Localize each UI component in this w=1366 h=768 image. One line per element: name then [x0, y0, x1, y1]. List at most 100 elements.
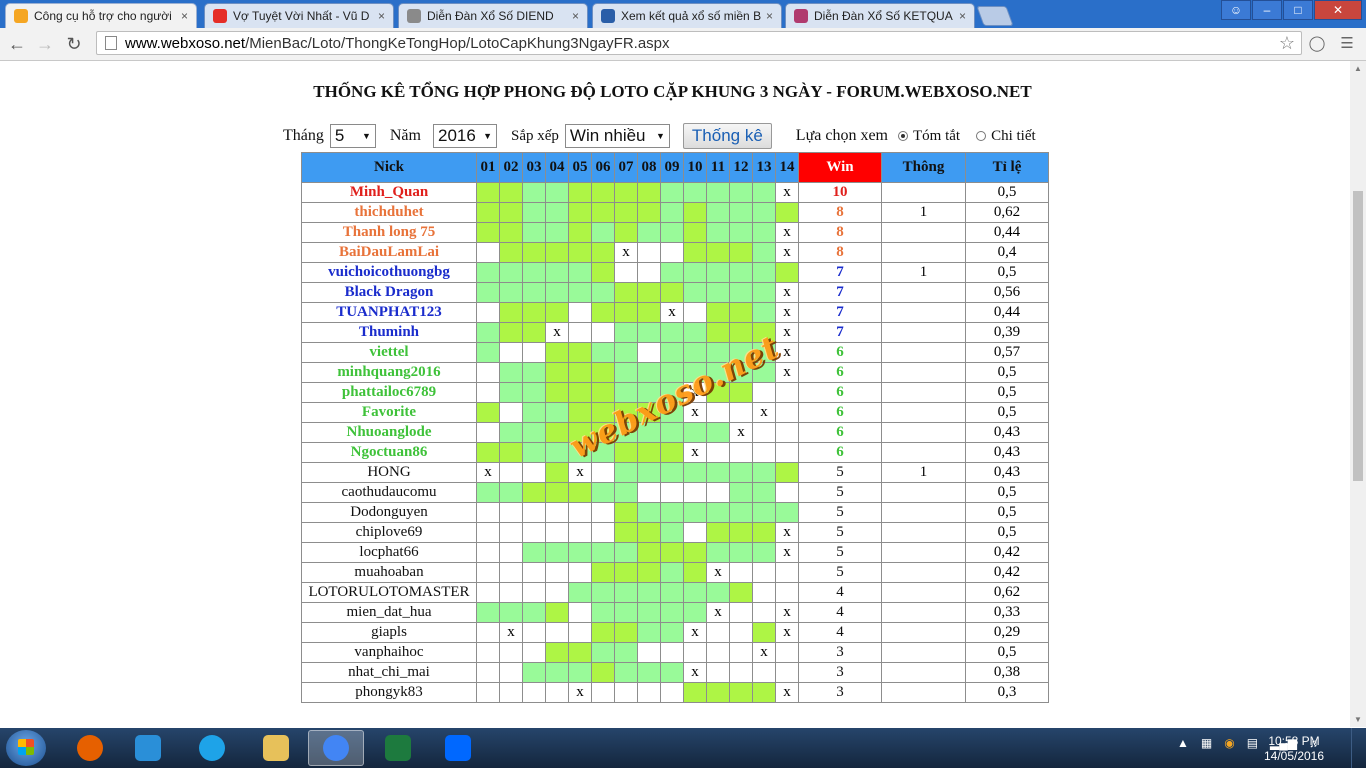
nick-cell[interactable]: vuichoicothuongbg: [301, 262, 477, 283]
extension-shield-icon[interactable]: ◯: [1308, 34, 1326, 52]
browser-tab[interactable]: Xem kết quả xổ số miền B ×: [592, 3, 782, 28]
tray-app-icon[interactable]: ◉: [1224, 736, 1234, 750]
day-cell: [545, 502, 569, 523]
windows-flag-icon[interactable]: ▦: [1201, 736, 1212, 750]
day-cell: [729, 282, 753, 303]
scroll-down-icon[interactable]: ▼: [1354, 715, 1362, 724]
tab-close-icon[interactable]: ×: [766, 9, 773, 23]
vertical-scrollbar[interactable]: ▲ ▼: [1350, 61, 1366, 727]
day-cell: [729, 602, 753, 623]
view-summary-label[interactable]: Tóm tắt: [913, 128, 960, 145]
taskbar-app[interactable]: [120, 730, 176, 766]
nick-cell[interactable]: HONG: [301, 462, 477, 483]
close-window-button[interactable]: ✕: [1314, 0, 1362, 20]
forward-arrow-icon[interactable]: →: [34, 33, 56, 55]
browser-tab[interactable]: Diễn Đàn Xổ Số KETQUA ×: [785, 3, 975, 28]
nick-cell[interactable]: Thuminh: [301, 322, 477, 343]
statistics-button[interactable]: Thống kê: [682, 123, 772, 149]
nick-cell[interactable]: TUANPHAT123: [301, 302, 477, 323]
url-text[interactable]: www.webxoso.net/MienBac/Loto/ThongKeTong…: [125, 35, 1279, 52]
nick-cell[interactable]: chiplove69: [301, 522, 477, 543]
nick-cell[interactable]: muahoaban: [301, 562, 477, 583]
nick-cell[interactable]: viettel: [301, 342, 477, 363]
day-cell: [522, 382, 546, 403]
nick-cell[interactable]: mien_dat_hua: [301, 602, 477, 623]
taskbar-app[interactable]: [370, 730, 426, 766]
taskbar-app[interactable]: [430, 730, 486, 766]
tab-close-icon[interactable]: ×: [378, 9, 385, 23]
scroll-up-icon[interactable]: ▲: [1354, 64, 1362, 73]
day-cell: [522, 242, 546, 263]
nick-cell[interactable]: Ngoctuan86: [301, 442, 477, 463]
taskbar-app[interactable]: [308, 730, 364, 766]
day-cell: [476, 302, 500, 323]
year-select[interactable]: 2016 ▼: [432, 124, 497, 148]
user-icon[interactable]: ☺: [1221, 0, 1251, 20]
nick-cell[interactable]: phattailoc6789: [301, 382, 477, 403]
day-cell: [660, 602, 684, 623]
nick-cell[interactable]: Thanh long 75: [301, 222, 477, 243]
nick-cell[interactable]: phongyk83: [301, 682, 477, 703]
day-cell: x: [476, 462, 500, 483]
nick-cell[interactable]: Dodonguyen: [301, 502, 477, 523]
taskbar-app[interactable]: [248, 730, 304, 766]
start-button[interactable]: [6, 730, 46, 766]
day-cell: [752, 462, 776, 483]
tab-close-icon[interactable]: ×: [572, 9, 579, 23]
browser-tab[interactable]: Công cụ hỗ trợ cho người ×: [5, 3, 197, 28]
nick-cell[interactable]: Minh_Quan: [301, 182, 477, 203]
day-cell: x: [683, 382, 707, 403]
nick-cell[interactable]: giapls: [301, 622, 477, 643]
menu-icon[interactable]: ☰: [1338, 34, 1356, 52]
tray-arrow-icon[interactable]: ▲: [1177, 736, 1189, 750]
nick-cell[interactable]: caothudaucomu: [301, 482, 477, 503]
nick-cell[interactable]: thichduhet: [301, 202, 477, 223]
view-detail-label[interactable]: Chi tiết: [991, 128, 1036, 145]
day-cell: [752, 422, 776, 443]
nick-cell[interactable]: vanphaihoc: [301, 642, 477, 663]
day-cell: [545, 282, 569, 303]
nick-cell[interactable]: nhat_chi_mai: [301, 662, 477, 683]
browser-tab[interactable]: Diễn Đàn Xổ Số DIEND ×: [398, 3, 588, 28]
taskbar-app[interactable]: [184, 730, 240, 766]
nick-cell[interactable]: minhquang2016: [301, 362, 477, 383]
bookmark-star-icon[interactable]: ☆: [1279, 33, 1295, 54]
tab-close-icon[interactable]: ×: [959, 9, 966, 23]
view-detail-radio[interactable]: [976, 131, 987, 141]
thong-cell: [881, 602, 966, 623]
day-cell: [752, 322, 776, 343]
day-cell: [476, 602, 500, 623]
table-row: vuichoicothuongbg 7 1 0,5: [301, 262, 1049, 283]
day-cell: [568, 522, 592, 543]
nick-cell[interactable]: LOTORULOTOMASTER: [301, 582, 477, 603]
tab-close-icon[interactable]: ×: [181, 9, 188, 23]
nick-cell[interactable]: locphat66: [301, 542, 477, 563]
day-cell: [660, 342, 684, 363]
scrollbar-thumb[interactable]: [1353, 191, 1363, 481]
show-desktop-button[interactable]: [1351, 728, 1366, 768]
taskbar-app[interactable]: [62, 730, 118, 766]
nick-cell[interactable]: Black Dragon: [301, 282, 477, 303]
day-cell: x: [729, 422, 753, 443]
tile-cell: 0,62: [965, 202, 1049, 223]
day-cell: [614, 222, 638, 243]
network-icon[interactable]: ▤: [1247, 736, 1258, 750]
nick-cell[interactable]: Favorite: [301, 402, 477, 423]
day-cell: [683, 422, 707, 443]
thong-cell: [881, 402, 966, 423]
sort-select[interactable]: Win nhiều ▼: [564, 124, 670, 148]
month-select[interactable]: 5 ▼: [329, 124, 376, 148]
minimize-button[interactable]: –: [1252, 0, 1282, 20]
new-tab-button[interactable]: [976, 6, 1014, 26]
address-bar[interactable]: www.webxoso.net/MienBac/Loto/ThongKeTong…: [96, 31, 1302, 55]
table-row: TUANPHAT123 x x 7 0,44: [301, 302, 1049, 323]
nick-cell[interactable]: BaiDauLamLai: [301, 242, 477, 263]
nick-cell[interactable]: Nhuoanglode: [301, 422, 477, 443]
maximize-button[interactable]: □: [1283, 0, 1313, 20]
back-arrow-icon[interactable]: ←: [6, 33, 28, 55]
reload-icon[interactable]: ↻: [63, 33, 85, 55]
view-summary-radio[interactable]: [898, 131, 908, 141]
clock[interactable]: 10:58 PM 14/05/2016: [1258, 734, 1330, 764]
browser-tab[interactable]: Vợ Tuyệt Vời Nhất - Vũ D ×: [204, 3, 394, 28]
filter-bar: Tháng 5 ▼ Năm 2016 ▼ Sắp xếp Win nhiều ▼ Th…: [283, 123, 1036, 149]
